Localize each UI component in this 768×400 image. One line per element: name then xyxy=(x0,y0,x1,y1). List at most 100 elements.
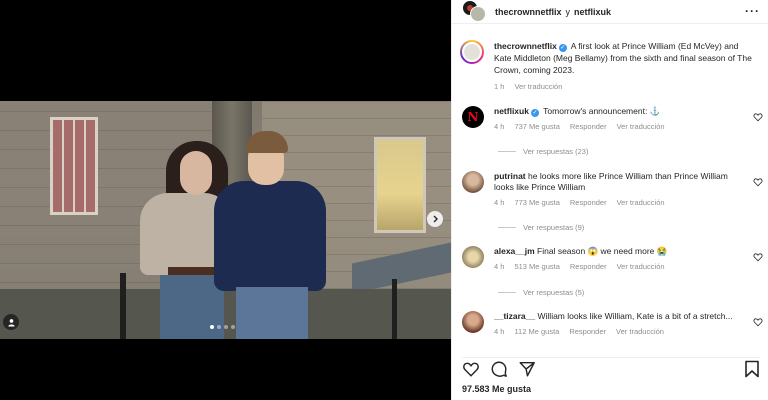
railing-right xyxy=(392,279,397,339)
likes-count[interactable]: 97.583 Me gusta xyxy=(462,384,531,394)
comment-body: alexa__jm Final season 😱 we need more 😭 … xyxy=(494,246,744,272)
replies-divider xyxy=(498,292,516,293)
comment-time: 4 h xyxy=(494,198,505,207)
railing-left xyxy=(120,273,126,339)
post-media-panel xyxy=(0,0,451,400)
translate-link[interactable]: Ver traducción xyxy=(617,121,665,132)
bookmark-icon[interactable] xyxy=(744,360,760,378)
reply-button[interactable]: Responder xyxy=(570,197,607,208)
view-replies-button[interactable]: Ver respuestas (23) xyxy=(498,147,588,156)
chevron-right-icon xyxy=(433,215,438,223)
like-comment-heart-icon[interactable] xyxy=(753,317,763,327)
comment-likes[interactable]: 112 Me gusta xyxy=(514,326,559,337)
like-comment-heart-icon[interactable] xyxy=(753,112,763,122)
verified-badge-icon: ✓ xyxy=(558,44,567,52)
netflix-logo-icon: N xyxy=(467,110,479,124)
caption-meta: 1 h Ver traducción xyxy=(494,81,754,93)
view-replies-button[interactable]: Ver respuestas (9) xyxy=(498,223,584,232)
reply-button[interactable]: Responder xyxy=(569,326,606,337)
man-jeans xyxy=(236,287,308,339)
view-replies-label: Ver respuestas (5) xyxy=(523,288,585,297)
verified-badge-icon: ✓ xyxy=(530,109,539,117)
translate-link[interactable]: Ver traducción xyxy=(617,197,665,208)
caption-username[interactable]: thecrownnetflix xyxy=(494,41,557,51)
caption-body: thecrownnetflix ✓ A first look at Prince … xyxy=(494,40,754,93)
post-header: thecrownnetflix y netflixuk ··· xyxy=(452,0,768,24)
replies-divider xyxy=(498,151,516,152)
comment-meta: 4 h 112 Me gusta Responder Ver traducció… xyxy=(494,326,744,337)
carousel-indicator xyxy=(210,325,235,329)
view-replies-button[interactable]: Ver respuestas (5) xyxy=(498,288,584,297)
user-icon xyxy=(7,318,15,327)
comment-text: Final season 😱 we need more 😭 xyxy=(537,246,668,256)
comment-username[interactable]: netflixuk xyxy=(494,106,529,116)
share-send-icon[interactable] xyxy=(518,360,536,378)
reply-button[interactable]: Responder xyxy=(570,261,607,272)
avatar[interactable] xyxy=(462,171,484,193)
carousel-next-button[interactable] xyxy=(427,211,443,227)
carousel-dot xyxy=(224,325,228,329)
comment-text: Tomorrow's announcement: ⚓ xyxy=(543,106,661,116)
header-account-link[interactable]: thecrownnetflix xyxy=(495,7,562,17)
header-coauthor-link[interactable]: netflixuk xyxy=(574,7,611,17)
comment: alexa__jm Final season 😱 we need more 😭 … xyxy=(460,246,765,272)
translate-link[interactable]: Ver traducción xyxy=(617,261,665,272)
carousel-dot xyxy=(210,325,214,329)
red-window xyxy=(50,117,98,215)
caption-time: 1 h xyxy=(494,82,505,91)
avatar xyxy=(470,5,486,22)
like-heart-icon[interactable] xyxy=(462,360,480,378)
comment-username[interactable]: putrinat xyxy=(494,171,526,181)
comment-text: William looks like William, Kate is a bi… xyxy=(537,311,733,321)
comment: putrinat he looks more like Prince Willi… xyxy=(460,171,765,208)
header-avatars[interactable] xyxy=(462,0,490,24)
more-horizontal-icon: ··· xyxy=(745,4,760,18)
post-caption: thecrownnetflix ✓ A first look at Prince … xyxy=(460,40,760,93)
actions-row xyxy=(462,360,760,378)
comment-body: netflixuk ✓ Tomorrow's announcement: ⚓ 4 … xyxy=(494,106,744,132)
avatar[interactable] xyxy=(462,311,484,333)
post-photo[interactable] xyxy=(0,101,451,339)
man-sweater xyxy=(214,181,326,291)
more-options-button[interactable]: ··· xyxy=(745,4,760,18)
header-accounts: thecrownnetflix y netflixuk xyxy=(495,7,611,17)
avatar[interactable] xyxy=(462,246,484,268)
comment-body: putrinat he looks more like Prince Willi… xyxy=(494,171,744,208)
comment-body: __tizara__ William looks like William, K… xyxy=(494,311,744,337)
comment: __tizara__ William looks like William, K… xyxy=(460,311,765,337)
view-replies-label: Ver respuestas (9) xyxy=(523,223,585,232)
comment-likes[interactable]: 773 Me gusta xyxy=(514,197,559,208)
comment-meta: 4 h 513 Me gusta Responder Ver traducció… xyxy=(494,261,744,272)
post-actions-bar xyxy=(462,357,760,378)
low-wall xyxy=(0,289,451,339)
reply-button[interactable]: Responder xyxy=(570,121,607,132)
avatar[interactable] xyxy=(460,40,484,64)
carousel-dot xyxy=(231,325,235,329)
comment-meta: 4 h 773 Me gusta Responder Ver traducció… xyxy=(494,197,744,208)
comment-username[interactable]: __tizara__ xyxy=(494,311,535,321)
like-comment-heart-icon[interactable] xyxy=(753,177,763,187)
avatar-inner xyxy=(462,42,482,62)
view-replies-label: Ver respuestas (23) xyxy=(523,147,589,156)
comment: N netflixuk ✓ Tomorrow's announcement: ⚓ … xyxy=(460,106,765,132)
comment-text: he looks more like Prince William than P… xyxy=(494,171,728,192)
carousel-dot xyxy=(217,325,221,329)
lit-window xyxy=(374,137,426,233)
tagged-users-button[interactable] xyxy=(3,314,19,330)
comment-username[interactable]: alexa__jm xyxy=(494,246,535,256)
replies-divider xyxy=(498,227,516,228)
like-comment-heart-icon[interactable] xyxy=(753,252,763,262)
header-joiner: y xyxy=(565,6,571,17)
woman-face xyxy=(180,151,212,195)
comment-bubble-icon[interactable] xyxy=(490,360,508,378)
translate-link[interactable]: Ver traducción xyxy=(616,326,664,337)
avatar[interactable]: N xyxy=(462,106,484,128)
comment-meta: 4 h 737 Me gusta Responder Ver traducció… xyxy=(494,121,744,132)
post-details-panel: thecrownnetflix y netflixuk ··· thecrown… xyxy=(451,0,768,400)
comment-time: 4 h xyxy=(494,262,505,271)
comment-likes[interactable]: 513 Me gusta xyxy=(514,261,559,272)
comment-likes[interactable]: 737 Me gusta xyxy=(514,121,559,132)
translate-link[interactable]: Ver traducción xyxy=(514,81,562,93)
comment-time: 4 h xyxy=(494,327,505,336)
comment-time: 4 h xyxy=(494,122,505,131)
